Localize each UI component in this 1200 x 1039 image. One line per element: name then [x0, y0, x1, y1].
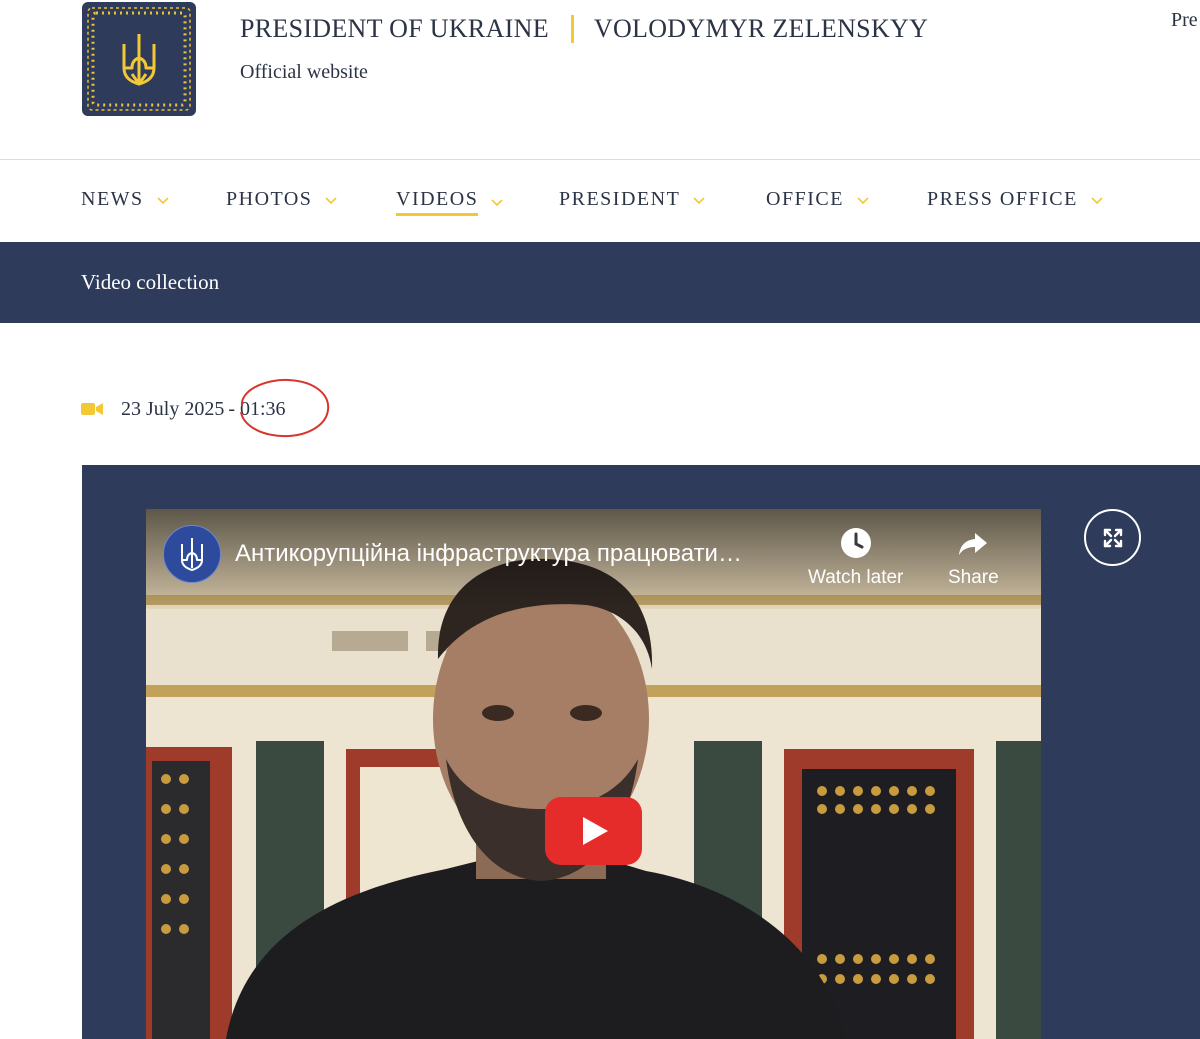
nav-item-press-office[interactable]: PRESS OFFICE: [927, 188, 1104, 211]
nav-item-photos[interactable]: PHOTOS: [226, 188, 338, 211]
nav-label: VIDEOS: [396, 188, 479, 216]
expand-arrows-icon: [1103, 528, 1122, 547]
main-nav: NEWS PHOTOS VIDEOS PRESIDENT OFFICE PRES…: [0, 160, 1200, 242]
site-header: PRESIDENT OF UKRAINE VOLODYMYR ZELENSKYY…: [0, 0, 1200, 160]
publish-date: 23 July 2025: [121, 397, 225, 420]
nav-label: NEWS: [81, 188, 144, 210]
language-link[interactable]: Pre: [1171, 9, 1198, 32]
chevron-down-icon: [325, 196, 338, 204]
nav-label: OFFICE: [766, 188, 844, 210]
section-title: Video collection: [81, 270, 220, 294]
coat-of-arms-logo[interactable]: [82, 2, 196, 116]
play-button-icon[interactable]: [545, 797, 642, 865]
video-camera-icon: [81, 403, 103, 415]
share-arrow-icon: [959, 533, 988, 555]
chevron-down-icon: [1091, 196, 1103, 204]
chevron-down-icon: [857, 196, 869, 204]
site-title[interactable]: PRESIDENT OF UKRAINE VOLODYMYR ZELENSKYY: [240, 14, 928, 44]
nav-item-office[interactable]: OFFICE: [766, 188, 870, 211]
nav-label: PRESS OFFICE: [927, 188, 1078, 210]
section-bar: Video collection: [0, 242, 1200, 323]
chevron-down-icon: [693, 196, 705, 204]
share-button[interactable]: Share: [948, 527, 999, 589]
nav-item-news[interactable]: NEWS: [81, 188, 170, 211]
trident-icon: [181, 538, 203, 571]
site-title-right: VOLODYMYR ZELENSKYY: [593, 14, 929, 43]
nav-label: PHOTOS: [226, 188, 313, 210]
watch-later-label: Watch later: [808, 567, 904, 588]
site-title-left: PRESIDENT OF UKRAINE: [240, 14, 549, 43]
channel-avatar[interactable]: [163, 525, 221, 583]
title-separator: [570, 15, 574, 43]
chevron-down-icon: [157, 196, 169, 204]
red-circle-annotation: [240, 378, 330, 438]
video-title[interactable]: Антикорупційна інфраструктура працювати…: [235, 540, 795, 568]
watch-later-button[interactable]: Watch later: [808, 527, 903, 589]
share-label: Share: [948, 567, 999, 588]
chevron-down-icon: [491, 199, 503, 207]
clock-icon: [840, 528, 871, 558]
site-subtitle: Official website: [240, 61, 368, 83]
youtube-embed[interactable]: Антикорупційна інфраструктура працювати……: [146, 509, 1041, 1039]
nav-label: PRESIDENT: [559, 188, 681, 210]
nav-item-president[interactable]: PRESIDENT: [559, 188, 706, 211]
expand-button[interactable]: [1084, 509, 1141, 566]
nav-item-videos[interactable]: VIDEOS: [396, 188, 504, 216]
